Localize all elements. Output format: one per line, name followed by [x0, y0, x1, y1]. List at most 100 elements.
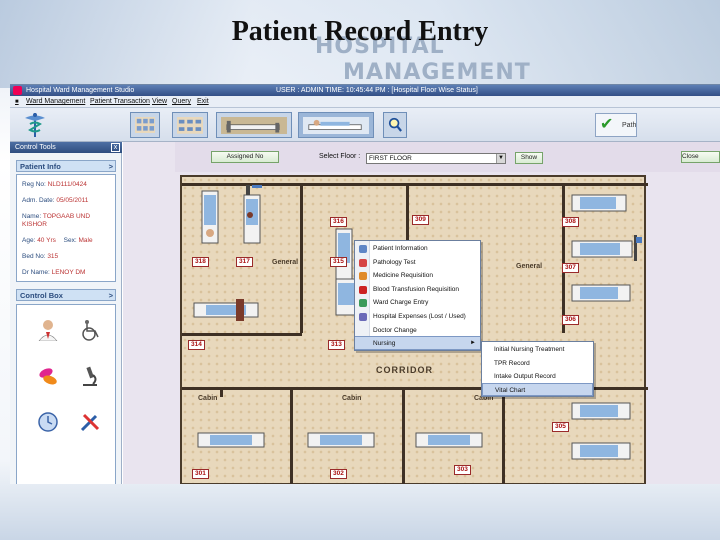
bed-304[interactable] [570, 439, 634, 463]
caduceus-logo-icon [25, 113, 45, 137]
menu-item-label: Nursing [373, 340, 396, 348]
menu-item-nursing[interactable]: Nursing ► [355, 336, 480, 350]
pills-icon[interactable] [37, 365, 59, 387]
cabin-label-1: Cabin [198, 395, 218, 402]
submenu-initial-nursing-treatment[interactable]: Initial Nursing Treatment [482, 343, 593, 357]
plan-wall [300, 183, 303, 333]
tools-icon[interactable] [79, 411, 101, 433]
control-box-header[interactable]: Control Box > [16, 289, 116, 301]
menu-view[interactable]: View [152, 96, 167, 108]
doctor-value: LENOY DM [51, 269, 86, 276]
sex-value: Male [78, 237, 93, 244]
show-button[interactable]: Show [515, 152, 543, 164]
bed-314[interactable] [192, 297, 262, 323]
bed-318[interactable] [198, 189, 222, 245]
bed-no-label: Bed No: [22, 253, 46, 260]
ward-grid-icon [135, 117, 155, 134]
close-panel-button[interactable]: x [111, 143, 120, 152]
submenu-vital-chart[interactable]: Vital Chart [482, 382, 593, 396]
menu-item-label: Pathology Test [373, 258, 416, 266]
room-number-309: 309 [412, 215, 429, 225]
slide-title: Patient Record Entry [231, 16, 489, 47]
menu-item-pathology-test[interactable]: Pathology Test [355, 256, 480, 270]
room-number-317: 317 [236, 257, 253, 267]
menu-item-medicine-requisition[interactable]: Medicine Requisition [355, 269, 480, 283]
bed-308[interactable] [570, 235, 646, 263]
bed-303[interactable] [414, 427, 488, 453]
bed-no-value: 315 [47, 253, 59, 260]
menu-item-label: Ward Charge Entry [373, 299, 429, 307]
doctor-label: Dr Name: [22, 269, 50, 276]
room-grid-icon [177, 117, 203, 134]
beds-view-button[interactable] [216, 112, 292, 138]
menu-item-blood-transfusion[interactable]: Blood Transfusion Requisition [355, 283, 480, 297]
floor-select-value: FIRST FLOOR [369, 155, 412, 162]
doctor-row: Dr Name: LENOY DM [22, 269, 85, 276]
bed-305[interactable] [570, 399, 634, 423]
blood-drop-icon [359, 285, 367, 294]
room-number-314: 314 [188, 340, 205, 350]
magnifier-icon [388, 117, 402, 132]
menu-item-ward-charge[interactable]: Ward Charge Entry [355, 296, 480, 310]
room-number-307: 307 [562, 263, 579, 273]
close-window-button[interactable]: Close Window [681, 151, 720, 163]
room-number-308: 308 [562, 217, 579, 227]
room-number-306: 306 [562, 315, 579, 325]
toolbar: ✔ Path [10, 108, 720, 142]
control-box [16, 304, 116, 484]
patient-bed-icon [303, 117, 369, 135]
age-label: Age: [22, 237, 36, 244]
chevron-down-icon: ▼ [496, 154, 505, 163]
floor-select[interactable]: FIRST FLOOR ▼ [366, 153, 506, 164]
reg-no-row: Reg No: NLD111/0424 [22, 181, 87, 188]
ward-layout-button[interactable] [130, 112, 160, 138]
bed-icon [221, 117, 287, 135]
bed-302[interactable] [306, 427, 380, 453]
search-button[interactable] [383, 112, 407, 138]
menu-exit[interactable]: Exit [197, 96, 209, 108]
clock-icon[interactable] [37, 411, 59, 433]
menu-ward-management[interactable]: Ward Management [26, 96, 85, 108]
name-row: Name: TOPGAAB UND KISHOR [22, 213, 112, 229]
path-button[interactable]: ✔ Path [595, 113, 637, 137]
doctor-icon[interactable] [37, 319, 59, 341]
menu-item-patient-information[interactable]: Patient Information [355, 242, 480, 256]
assigned-no-button[interactable]: Assigned No [211, 151, 279, 163]
menu-item-label: Doctor Change [373, 326, 417, 334]
menu-item-doctor-change[interactable]: Doctor Change [355, 324, 480, 338]
room-layout-button[interactable] [172, 112, 208, 138]
adm-date-label: Adm. Date: [22, 197, 55, 204]
bed-307[interactable] [570, 281, 634, 305]
microscope-icon[interactable] [79, 365, 101, 387]
room-number-313: 313 [328, 340, 345, 350]
plan-wall [290, 387, 293, 484]
submenu-arrow-icon: ► [470, 340, 476, 347]
charge-icon [359, 299, 367, 308]
patient-info-title: Patient Info [20, 162, 61, 171]
submenu-intake-output-record[interactable]: Intake Output Record [482, 370, 593, 384]
name-label: Name: [22, 213, 42, 220]
wheelchair-icon[interactable] [79, 319, 101, 341]
app-window: Hospital Ward Management Studio USER : A… [10, 84, 720, 484]
menu-query[interactable]: Query [172, 96, 191, 108]
corridor-label: CORRIDOR [376, 365, 433, 375]
submenu-tpr-record[interactable]: TPR Record [482, 357, 593, 371]
window-status: USER : ADMIN TIME: 10:45:44 PM : [Hospit… [276, 87, 478, 94]
menu-icon: ■ [15, 99, 19, 105]
patient-view-button[interactable] [298, 112, 374, 138]
menu-item-hospital-expenses[interactable]: Hospital Expenses (Lost / Used) [355, 310, 480, 324]
expenses-icon [359, 313, 367, 321]
room-number-305: 305 [552, 422, 569, 432]
bed-309[interactable] [570, 191, 630, 215]
control-tools-title: Control Tools [15, 144, 56, 151]
patient-info-header[interactable]: Patient Info > [16, 160, 116, 172]
bed-315[interactable] [332, 227, 356, 283]
adm-date-value: 05/05/2011 [56, 197, 89, 204]
menu-item-label: Patient Information [373, 245, 428, 252]
menu-patient-transaction[interactable]: Patient Transaction [90, 96, 150, 108]
menu-item-label: Hospital Expenses (Lost / Used) [373, 313, 466, 320]
bed-301[interactable] [196, 427, 270, 453]
room-number-315: 315 [330, 257, 347, 267]
bed-317[interactable] [240, 185, 266, 245]
plan-wall [220, 387, 223, 397]
